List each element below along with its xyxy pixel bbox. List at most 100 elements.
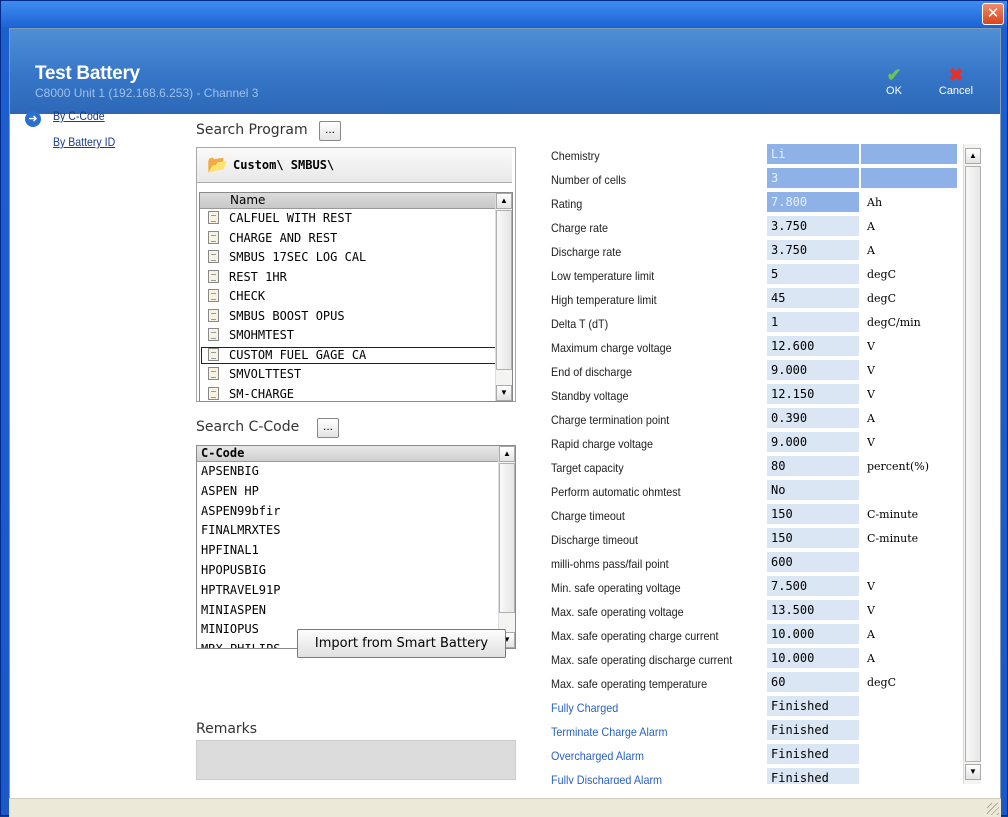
property-unit: degC/min	[867, 316, 921, 329]
ccode-list-item[interactable]: MINIASPEN	[197, 601, 515, 621]
property-unit	[861, 168, 957, 188]
document-icon	[208, 328, 219, 341]
cancel-button[interactable]: ✖ Cancel	[934, 65, 978, 97]
property-value[interactable]: 3	[767, 168, 859, 188]
property-value[interactable]: 150	[767, 528, 859, 548]
scroll-down-button[interactable]: ▼	[496, 385, 512, 401]
property-value[interactable]: No	[767, 480, 859, 500]
program-list-item[interactable]: CUSTOM FUEL GAGE CA	[200, 346, 512, 366]
document-icon	[208, 250, 219, 263]
ccode-list-item[interactable]: HPOPUSBIG	[197, 561, 515, 581]
program-list-scrollbar[interactable]: ▲ ▼	[495, 193, 512, 401]
property-name: Number of cells	[551, 173, 627, 187]
resize-grip-icon[interactable]	[987, 803, 999, 815]
property-value[interactable]: 45	[767, 288, 859, 308]
property-value[interactable]: 12.600	[767, 336, 859, 356]
property-name: Overcharged Alarm	[551, 749, 645, 763]
ccode-list-item[interactable]: HPFINAL1	[197, 541, 515, 561]
program-list-item[interactable]: SMVOLTTEST	[200, 365, 512, 385]
scroll-up-button[interactable]: ▲	[499, 446, 515, 462]
scroll-thumb[interactable]	[965, 166, 981, 762]
page-title: Test Battery	[35, 63, 140, 84]
search-ccode-button[interactable]: ...	[317, 418, 339, 438]
ok-label: OK	[886, 85, 902, 97]
property-row: Rapid charge voltage 9.000 V	[543, 432, 963, 456]
property-value[interactable]: 600	[767, 552, 859, 572]
ccode-list[interactable]: C-Code APSENBIG ASPEN HP ASPEN99bfir FINALM…	[196, 445, 516, 649]
program-list-item[interactable]: SMBUS BOOST OPUS	[200, 307, 512, 327]
scroll-down-button[interactable]: ▼	[965, 764, 981, 780]
close-button[interactable]: ✕	[982, 3, 1004, 25]
ccode-list-item[interactable]: ASPEN99bfir	[197, 502, 515, 522]
property-name: Charge termination point	[551, 413, 670, 427]
property-value[interactable]: 10.000	[767, 648, 859, 668]
document-icon	[208, 308, 219, 322]
document-icon	[208, 386, 219, 400]
search-program-button[interactable]: ...	[319, 121, 341, 141]
ccode-list-item[interactable]: FINALMRXTES	[197, 521, 515, 541]
program-list-item[interactable]: CHECK	[200, 287, 512, 307]
property-row: Maximum charge voltage 12.600 V	[543, 336, 963, 360]
property-value[interactable]: 7.500	[767, 576, 859, 596]
property-name: Charge timeout	[551, 509, 625, 523]
property-row: Max. safe operating temperature 60 degC	[543, 672, 963, 696]
property-value[interactable]: 5	[767, 264, 859, 284]
checkmark-icon: ✔	[886, 65, 902, 85]
property-name: Delta T (dT)	[551, 317, 609, 331]
property-value[interactable]: Li	[767, 144, 859, 164]
property-value[interactable]: Finished	[767, 768, 859, 784]
property-row: Rating 7.800 Ah	[543, 192, 963, 216]
program-list-header[interactable]: Name	[200, 193, 512, 209]
property-unit: C-minute	[867, 532, 919, 545]
scroll-up-button[interactable]: ▲	[965, 148, 981, 164]
property-value[interactable]: 10.000	[767, 624, 859, 644]
program-list-item[interactable]: SMBUS 17SEC LOG CAL	[200, 248, 512, 268]
program-name: SM-CHARGE	[229, 386, 295, 401]
property-value[interactable]: 9.000	[767, 432, 859, 452]
nav-by-ccode[interactable]: By C-Code	[53, 109, 105, 123]
property-value[interactable]: 0.390	[767, 408, 859, 428]
ccode-list-scrollbar[interactable]: ▲ ▼	[498, 446, 515, 648]
import-smart-battery-button[interactable]: Import from Smart Battery	[297, 629, 506, 658]
property-name: Min. safe operating voltage	[551, 581, 681, 595]
property-value[interactable]: 7.800	[767, 192, 859, 212]
property-value[interactable]: 9.000	[767, 360, 859, 380]
remarks-field[interactable]	[196, 740, 516, 780]
scroll-thumb[interactable]	[499, 463, 515, 613]
property-value[interactable]: 13.500	[767, 600, 859, 620]
property-value[interactable]: 12.150	[767, 384, 859, 404]
program-name: CUSTOM FUEL GAGE CA	[229, 347, 367, 362]
property-value[interactable]: 1	[767, 312, 859, 332]
property-value[interactable]: Finished	[767, 744, 859, 764]
ccode-list-item[interactable]: APSENBIG	[197, 462, 515, 482]
program-list-item[interactable]: SMOHMTEST	[200, 326, 512, 346]
property-unit: A	[867, 652, 875, 665]
folder-bar: 📂 Custom\ SMBUS\	[197, 148, 512, 183]
ok-button[interactable]: ✔ OK	[872, 65, 916, 97]
properties-scrollbar[interactable]: ▲ ▼	[963, 144, 981, 784]
property-value[interactable]: 3.750	[767, 216, 859, 236]
program-browser: 📂 Custom\ SMBUS\ Name CALFUEL WITH REST C…	[196, 147, 516, 402]
program-list-item[interactable]: REST 1HR	[200, 268, 512, 288]
document-icon	[208, 230, 219, 244]
property-value[interactable]: 60	[767, 672, 859, 692]
program-list-item[interactable]: CHARGE AND REST	[200, 229, 512, 249]
nav-by-battery-id[interactable]: By Battery ID	[53, 135, 115, 149]
remarks-label: Remarks	[196, 721, 258, 737]
property-value[interactable]: 3.750	[767, 240, 859, 260]
scroll-up-button[interactable]: ▲	[496, 193, 512, 209]
property-value[interactable]: 80	[767, 456, 859, 476]
folder-up-icon[interactable]: 📂	[207, 155, 228, 174]
ccode-list-item[interactable]: ASPEN HP	[197, 482, 515, 502]
scroll-thumb[interactable]	[496, 210, 512, 370]
ccode-list-header[interactable]: C-Code	[197, 446, 515, 462]
program-list[interactable]: Name CALFUEL WITH REST CHARGE AND REST SMB…	[199, 192, 513, 402]
property-value[interactable]: 150	[767, 504, 859, 524]
property-unit: C-minute	[867, 508, 919, 521]
property-value[interactable]: Finished	[767, 696, 859, 716]
title-bar[interactable]: ✕	[1, 1, 1007, 27]
property-value[interactable]: Finished	[767, 720, 859, 740]
ccode-list-item[interactable]: HPTRAVEL91P	[197, 581, 515, 601]
program-list-item[interactable]: CALFUEL WITH REST	[200, 209, 512, 229]
program-list-item[interactable]: SM-CHARGE	[200, 385, 512, 402]
